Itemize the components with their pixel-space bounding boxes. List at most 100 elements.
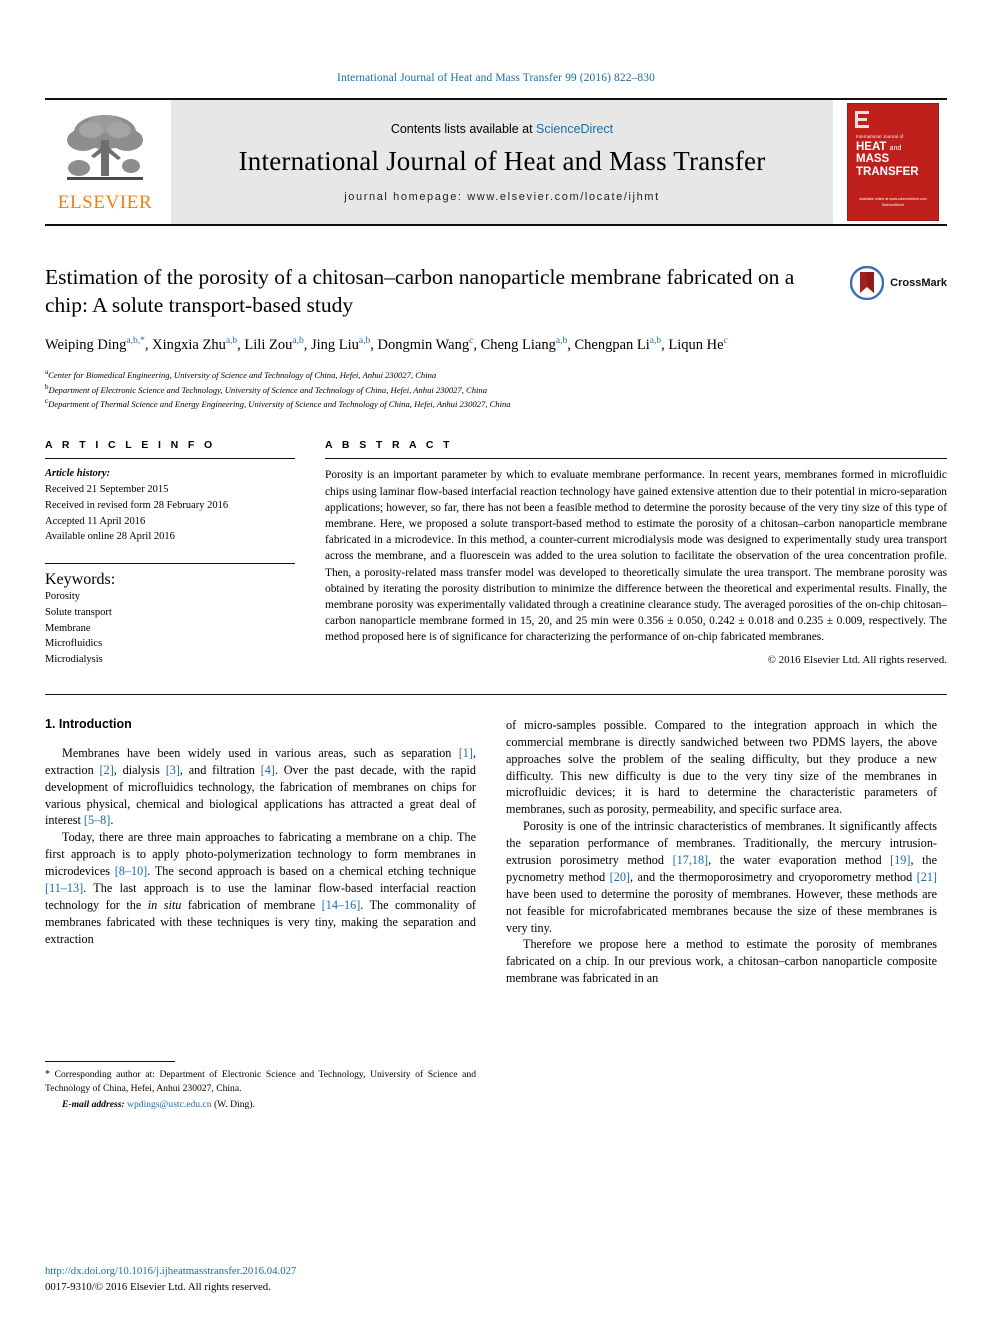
doi-link[interactable]: http://dx.doi.org/10.1016/j.ijheatmasstr…: [45, 1265, 485, 1277]
citation-link[interactable]: [2]: [100, 763, 114, 777]
corresponding-author-note: * Corresponding author at: Department of…: [45, 1068, 476, 1096]
running-head: International Journal of Heat and Mass T…: [337, 72, 655, 84]
author-affiliation-mark: a,b: [555, 336, 568, 347]
right-column: of micro-samples possible. Compared to t…: [506, 717, 937, 1112]
author-name[interactable]: Liqun Hec: [668, 336, 728, 353]
cover-heat: HEAT: [856, 141, 887, 153]
affiliation-item: cDepartment of Thermal Science and Energ…: [45, 397, 511, 410]
journal-banner: Contents lists available at ScienceDirec…: [171, 100, 833, 224]
body-paragraph: of micro-samples possible. Compared to t…: [506, 717, 937, 817]
author-name[interactable]: Jing Liua,b: [311, 336, 371, 353]
cover-elsevier-icon: [855, 111, 869, 128]
elsevier-wordmark: ELSEVIER: [57, 192, 153, 213]
corresponding-text: Corresponding author at: Department of E…: [45, 1068, 476, 1095]
author-affiliation-mark: a,b: [225, 336, 238, 347]
article-history-item: Accepted 11 April 2016: [45, 515, 146, 527]
crossmark-label: CrossMark: [890, 277, 947, 289]
title-block: Estimation of the porosity of a chitosan…: [45, 264, 947, 411]
author-affiliation-mark: a,b: [358, 336, 371, 347]
abstract-column: A B S T R A C T Porosity is an important…: [325, 439, 947, 668]
keyword-item: Solute transport: [45, 606, 112, 618]
contents-prefix: Contents lists available at: [390, 121, 537, 136]
citation-link[interactable]: [20]: [610, 870, 630, 884]
article-history-item: Received in revised form 28 February 201…: [45, 499, 229, 511]
citation-link[interactable]: [4]: [261, 763, 275, 777]
keywords-label: Keywords:: [45, 571, 116, 589]
citation-link[interactable]: [11–13]: [45, 881, 83, 895]
body-divider: [45, 693, 947, 695]
citation-link[interactable]: [5–8]: [84, 813, 110, 827]
abstract-copyright: © 2016 Elsevier Ltd. All rights reserved…: [767, 654, 947, 667]
body-paragraph: Therefore we propose here a method to es…: [506, 937, 937, 986]
keyword-item: Porosity: [45, 591, 81, 603]
cover-image: International Journal of HEAT and MASS T…: [847, 103, 939, 221]
journal-cover-thumbnail: International Journal of HEAT and MASS T…: [839, 100, 947, 224]
author-affiliation-mark: a,b,*: [126, 336, 145, 347]
author-affiliation-mark: c: [723, 336, 728, 347]
article-info-column: A R T I C L E I N F O Article history: R…: [45, 439, 295, 668]
sciencedirect-link[interactable]: ScienceDirect: [536, 122, 613, 136]
email-note: E-mail address: wpdings@ustc.edu.cn (W. …: [45, 1098, 476, 1112]
keywords-block: Keywords: Porosity Solute transport Membra…: [45, 563, 295, 668]
body-paragraph: Membranes have been widely used in vario…: [45, 745, 476, 828]
issn-copyright: 0017-9310/© 2016 Elsevier Ltd. All right…: [45, 1281, 271, 1293]
cover-and: and: [889, 145, 902, 152]
cover-footer: Available online at www.sciencedirect.co…: [848, 197, 938, 208]
citation-link[interactable]: [1]: [459, 746, 473, 760]
email-suffix: (W. Ding).: [211, 1098, 255, 1110]
article-history-item: Available online 28 April 2016: [45, 531, 175, 543]
email-label: E-mail address:: [62, 1098, 125, 1110]
crossmark-icon: [850, 266, 885, 300]
journal-title: International Journal of Heat and Mass T…: [238, 145, 766, 176]
author-name[interactable]: Xingxia Zhua,b: [152, 336, 238, 353]
cover-footer-line-2: ScienceDirect: [881, 202, 905, 207]
body-columns: 1. Introduction Membranes have been wide…: [45, 717, 947, 1112]
elsevier-logo: ELSEVIER: [45, 100, 165, 224]
abstract-heading: A B S T R A C T: [325, 439, 453, 452]
page-title: Estimation of the porosity of a chitosan…: [45, 265, 795, 317]
author-name[interactable]: Cheng Lianga,b: [481, 336, 568, 353]
journal-masthead: ELSEVIER Contents lists available at Sci…: [45, 98, 947, 226]
affiliation-list: aCenter for Biomedical Engineering, Univ…: [45, 367, 829, 412]
article-history-label: Article history:: [45, 468, 111, 480]
paper-page: International Journal of Heat and Mass T…: [0, 0, 992, 1323]
author-list: Weiping Dinga,b,*, Xingxia Zhua,b, Lili …: [45, 336, 728, 354]
contents-line: Contents lists available at ScienceDirec…: [391, 122, 613, 136]
keyword-items: Porosity Solute transport Membrane Microflu…: [45, 589, 295, 668]
author-name[interactable]: Chengpan Lia,b: [574, 336, 662, 353]
abstract-text: Porosity is an important parameter by wh…: [325, 469, 947, 644]
body-paragraph: Today, there are three main approaches t…: [45, 830, 476, 946]
article-history-item: Received 21 September 2015: [45, 484, 169, 496]
affiliation-item: bDepartment of Electronic Science and Te…: [45, 382, 488, 395]
author-name[interactable]: Dongmin Wangc: [377, 336, 473, 353]
cover-mass: MASS: [856, 153, 890, 166]
citation-link[interactable]: [21]: [917, 870, 937, 884]
keyword-item: Membrane: [45, 622, 91, 634]
doi-footer: http://dx.doi.org/10.1016/j.ijheatmasstr…: [45, 1265, 485, 1295]
info-abstract-row: A R T I C L E I N F O Article history: R…: [45, 439, 947, 668]
email-address-link[interactable]: wpdings@ustc.edu.cn: [127, 1099, 212, 1110]
author-name[interactable]: Lili Zoua,b: [244, 336, 304, 353]
body-paragraph: Porosity is one of the intrinsic charact…: [506, 819, 937, 935]
cover-transfer: TRANSFER: [856, 165, 919, 178]
keyword-item: Microfluidics: [45, 638, 103, 650]
citation-link[interactable]: [17,18]: [673, 853, 709, 867]
keyword-item: Microdialysis: [45, 654, 103, 666]
left-column-paragraphs: Membranes have been widely used in vario…: [45, 745, 476, 948]
journal-homepage[interactable]: journal homepage: www.elsevier.com/locat…: [344, 191, 659, 203]
author-affiliation-mark: a,b: [292, 336, 304, 347]
author-name[interactable]: Weiping Dinga,b,*: [45, 336, 145, 353]
cover-big-title: HEAT and MASS TRANSFER: [856, 141, 932, 178]
citation-link[interactable]: [3]: [166, 763, 180, 777]
article-history: Article history: Received 21 September 2…: [45, 459, 295, 545]
citation-link[interactable]: [19]: [890, 853, 910, 867]
author-affiliation-mark: a,b: [649, 336, 662, 347]
affiliation-item: aCenter for Biomedical Engineering, Univ…: [45, 367, 437, 380]
left-column: 1. Introduction Membranes have been wide…: [45, 717, 476, 1112]
citation-link[interactable]: [8–10]: [115, 864, 148, 878]
footnote-rule: [45, 1060, 175, 1062]
crossmark-badge[interactable]: CrossMark: [850, 266, 947, 300]
elsevier-tree-icon: [67, 115, 143, 180]
citation-link[interactable]: [14–16]: [322, 898, 361, 912]
footnote-block: * Corresponding author at: Department of…: [45, 1060, 476, 1112]
